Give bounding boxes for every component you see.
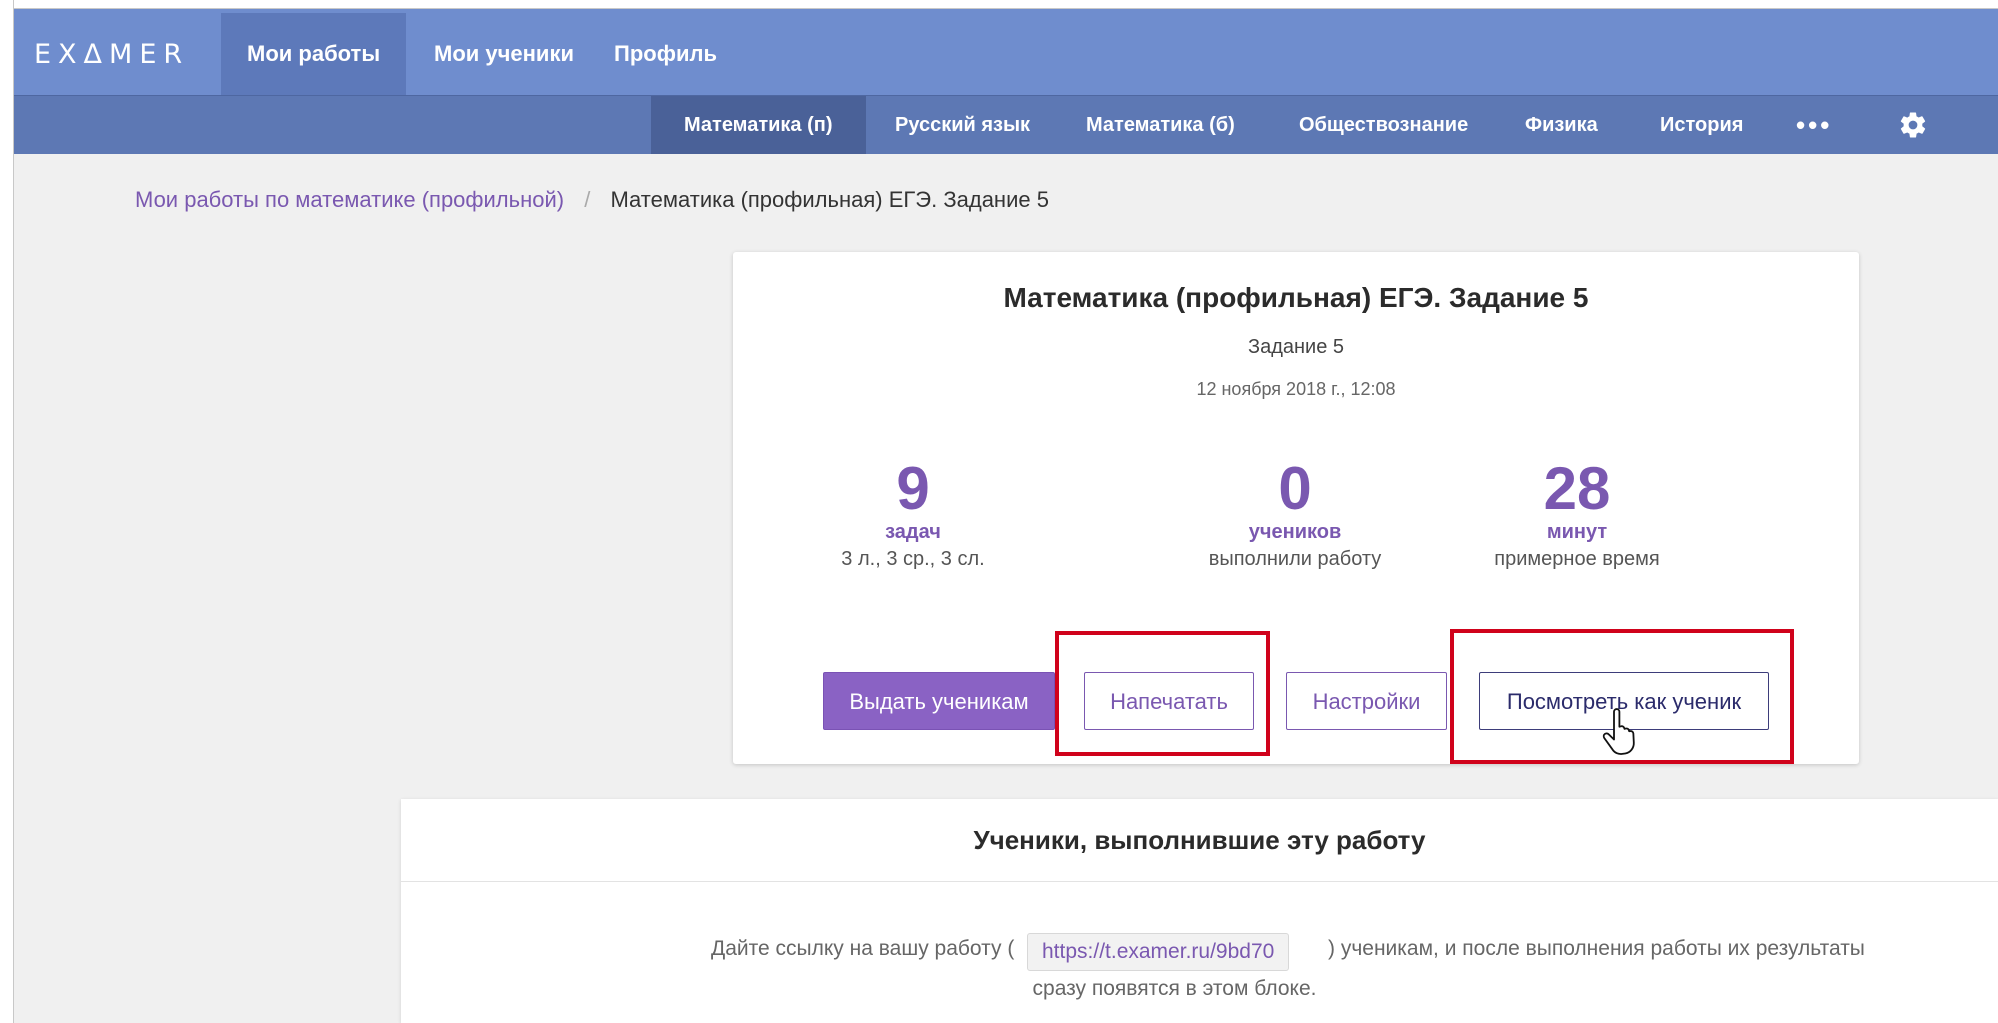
highlight-print-box <box>1055 631 1270 756</box>
breadcrumb-separator: / <box>584 187 591 212</box>
subject-tab-history[interactable]: История <box>1627 96 1776 154</box>
subject-tab-math-profile[interactable]: Математика (п) <box>651 96 866 154</box>
window-left-edge <box>0 0 14 1023</box>
nav-profile[interactable]: Профиль <box>588 13 743 95</box>
settings-button[interactable]: Настройки <box>1286 672 1447 730</box>
share-link-text-line2-inner: сразу появятся в этом блоке. <box>1032 977 1317 1000</box>
stat-students-unit: учеников <box>1248 521 1342 543</box>
stat-time-desc: примерное время <box>1494 548 1660 570</box>
subject-navbar: Математика (п) Русский язык Математика (… <box>14 95 1998 154</box>
window-top-edge <box>0 0 1998 9</box>
stat-tasks: 9 задач 3 л., 3 ср., 3 сл. <box>763 457 1063 571</box>
work-title: Математика (профильная) ЕГЭ. Задание 5 <box>1003 282 1589 313</box>
nav-my-students[interactable]: Мои ученики <box>408 13 600 95</box>
assign-to-students-button[interactable]: Выдать ученикам <box>823 672 1055 730</box>
nav-my-works[interactable]: Мои работы <box>221 13 407 95</box>
share-link[interactable]: https://t.examer.ru/9bd70 <box>1027 933 1290 971</box>
subject-tab-russian[interactable]: Русский язык <box>862 96 1063 154</box>
work-date: 12 ноября 2018 г., 12:08 <box>1196 379 1396 399</box>
hand-cursor-icon <box>1602 708 1635 755</box>
stat-students-value: 0 <box>1278 455 1312 522</box>
stat-students: 0 учеников выполнили работу <box>1145 457 1445 571</box>
breadcrumb-link-my-works[interactable]: Мои работы по математике (профильной) <box>135 187 564 212</box>
stat-tasks-unit: задач <box>885 521 941 543</box>
work-subtitle: Задание 5 <box>1247 336 1344 358</box>
share-link-text-before: Дайте ссылку на вашу работу ( <box>711 937 1015 960</box>
subject-tab-math-basic[interactable]: Математика (б) <box>1053 96 1268 154</box>
top-navbar: EXΔMER Мои работы Мои ученики Профиль <box>14 9 1998 95</box>
breadcrumb-current: Математика (профильная) ЕГЭ. Задание 5 <box>610 187 1049 212</box>
stat-time-unit: минут <box>1546 521 1608 543</box>
stat-students-desc: выполнили работу <box>1208 548 1382 570</box>
section-divider <box>401 881 1998 882</box>
share-link-text-line2: сразу появятся в этом блоке. <box>401 977 1998 1001</box>
stat-tasks-desc: 3 л., 3 ср., 3 сл. <box>841 548 985 570</box>
subject-tab-social-studies[interactable]: Обществознание <box>1266 96 1501 154</box>
breadcrumb: Мои работы по математике (профильной) / … <box>135 187 1049 213</box>
gear-icon[interactable] <box>1898 110 1928 140</box>
subject-tab-physics[interactable]: Физика <box>1492 96 1631 154</box>
stat-tasks-value: 9 <box>896 455 930 522</box>
students-section: Ученики, выполнившие эту работу Дайте сс… <box>401 799 1998 1023</box>
students-section-title: Ученики, выполнившие эту работу <box>973 825 1426 855</box>
more-subjects-icon[interactable]: ••• <box>1796 96 1832 154</box>
examer-logo[interactable]: EXΔMER <box>34 39 189 70</box>
share-link-text-after: ) ученикам, и после выполнения работы их… <box>1328 937 1865 960</box>
stat-time-value: 28 <box>1543 455 1611 522</box>
stat-time: 28 минут примерное время <box>1427 457 1727 571</box>
